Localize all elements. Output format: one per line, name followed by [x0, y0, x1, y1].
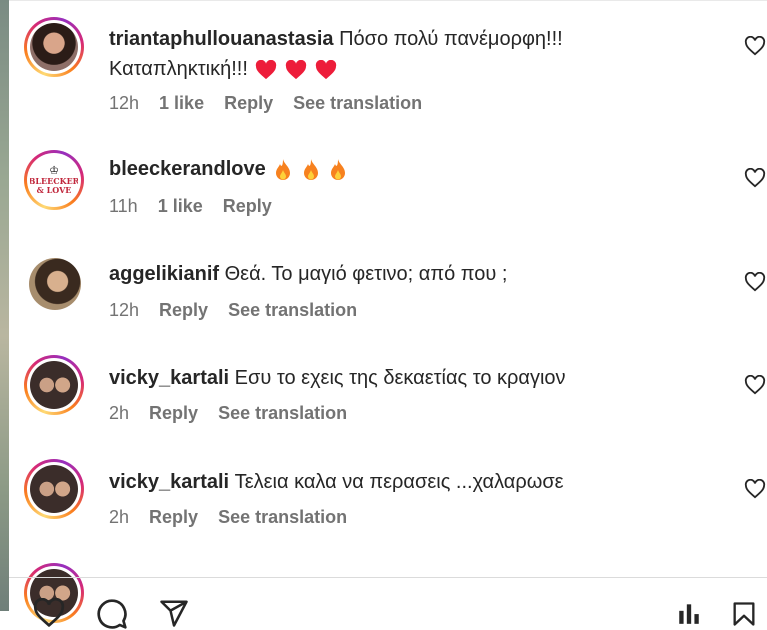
heart-outline-icon — [744, 36, 766, 56]
fire-emoji-group — [271, 158, 348, 180]
crown-icon: ♔ — [49, 164, 59, 177]
avatar[interactable] — [24, 459, 84, 519]
timestamp: 2h — [109, 507, 130, 527]
timestamp: 11h — [109, 196, 138, 216]
comment-body: vicky_kartali Εσυ το εχεις της δεκαετίας… — [109, 363, 729, 393]
stats-icon — [679, 604, 699, 624]
avatar-logo: ♔ BLEECKER & LOVE — [30, 156, 78, 204]
fire-emoji-icon — [276, 158, 291, 180]
share-button[interactable] — [158, 598, 190, 628]
reply-button[interactable]: Reply — [159, 300, 208, 321]
fire-emoji-icon — [331, 158, 346, 180]
like-comment-button[interactable] — [744, 479, 766, 501]
like-comment-button[interactable] — [744, 168, 766, 190]
comment-item: aggelikianif Θεά. Το μαγιό φετινο; από π… — [9, 256, 767, 336]
timestamp: 12h — [109, 300, 140, 320]
red-heart-emoji-icon — [315, 59, 336, 79]
see-translation-link[interactable]: See translation — [218, 403, 347, 424]
comment-meta: 2h Reply See translation — [109, 403, 347, 424]
comment-text-line2: Καταπληκτική!!! — [109, 58, 248, 80]
likes-count[interactable]: 1 like — [159, 93, 204, 114]
comment-meta: 12h Reply See translation — [109, 300, 357, 321]
divider — [9, 0, 767, 1]
comment-body: triantaphullouanastasia Πόσο πολύ πανέμο… — [109, 24, 729, 84]
username[interactable]: vicky_kartali — [109, 471, 229, 493]
red-heart-emoji-icon — [256, 59, 277, 79]
username[interactable]: vicky_kartali — [109, 367, 229, 389]
heart-outline-icon — [744, 168, 766, 188]
comment-text: Τελεια καλα να περασεις ...χαλαρωσε — [234, 471, 564, 493]
heart-icon — [33, 598, 65, 628]
like-post-button[interactable] — [32, 598, 66, 628]
comment-item: vicky_kartali Εσυ το εχεις της δεκαετίας… — [9, 355, 767, 435]
comment-body: aggelikianif Θεά. Το μαγιό φετινο; από π… — [109, 259, 729, 289]
comment-meta: 12h 1 like Reply See translation — [109, 93, 422, 114]
comment-text: Πόσο πολύ πανέμορφη!!! — [339, 28, 563, 50]
heart-outline-icon — [744, 479, 766, 499]
comment-button[interactable] — [96, 598, 128, 630]
see-translation-link[interactable]: See translation — [228, 300, 357, 321]
timestamp: 12h — [109, 93, 140, 113]
see-translation-link[interactable]: See translation — [293, 93, 422, 114]
username[interactable]: aggelikianif — [109, 263, 219, 285]
fire-emoji-icon — [303, 158, 318, 180]
avatar[interactable] — [24, 355, 84, 415]
comment-body: bleeckerandlove — [109, 154, 729, 184]
share-icon — [160, 600, 188, 627]
comment-icon — [97, 599, 127, 629]
avatar[interactable]: ♔ BLEECKER & LOVE — [24, 150, 84, 210]
red-heart-emoji-icon — [285, 59, 307, 79]
action-bar-divider — [9, 577, 767, 578]
avatar-photo — [30, 23, 78, 71]
username[interactable]: bleeckerandlove — [109, 158, 266, 180]
avatar[interactable] — [29, 258, 81, 310]
comment-item: ♔ BLEECKER & LOVE bleeckerandlove 11h 1 … — [9, 150, 767, 230]
reply-button[interactable]: Reply — [224, 93, 273, 114]
avatar[interactable] — [24, 17, 84, 77]
comment-meta: 11h 1 like Reply — [109, 196, 272, 217]
comment-meta: 2h Reply See translation — [109, 507, 347, 528]
avatar-photo — [30, 465, 78, 513]
timestamp: 2h — [109, 403, 130, 423]
reply-button[interactable]: Reply — [223, 196, 272, 217]
avatar-photo — [30, 361, 78, 409]
save-icon — [733, 602, 755, 626]
comment-body: vicky_kartali Τελεια καλα να περασεις ..… — [109, 467, 729, 497]
heart-outline-icon — [744, 272, 766, 292]
comment-text: Εσυ το εχεις της δεκαετίας το κραγιον — [234, 367, 566, 389]
username[interactable]: triantaphullouanastasia — [109, 28, 334, 50]
reply-button[interactable]: Reply — [149, 403, 198, 424]
reply-button[interactable]: Reply — [149, 507, 198, 528]
comment-item: vicky_kartali Τελεια καλα να περασεις ..… — [9, 459, 767, 539]
like-comment-button[interactable] — [744, 36, 766, 58]
likes-count[interactable]: 1 like — [158, 196, 203, 217]
heart-emoji-group — [253, 58, 336, 80]
comment-item: triantaphullouanastasia Πόσο πολύ πανέμο… — [9, 17, 767, 117]
insights-button[interactable] — [676, 598, 702, 628]
like-comment-button[interactable] — [744, 272, 766, 294]
like-comment-button[interactable] — [744, 375, 766, 397]
comment-text: Θεά. Το μαγιό φετινο; από που ; — [224, 263, 508, 285]
see-translation-link[interactable]: See translation — [218, 507, 347, 528]
avatar-logo-text: BLEECKER & LOVE — [30, 175, 78, 195]
background-image-edge — [0, 0, 9, 611]
save-button[interactable] — [730, 598, 758, 630]
heart-outline-icon — [744, 375, 766, 395]
